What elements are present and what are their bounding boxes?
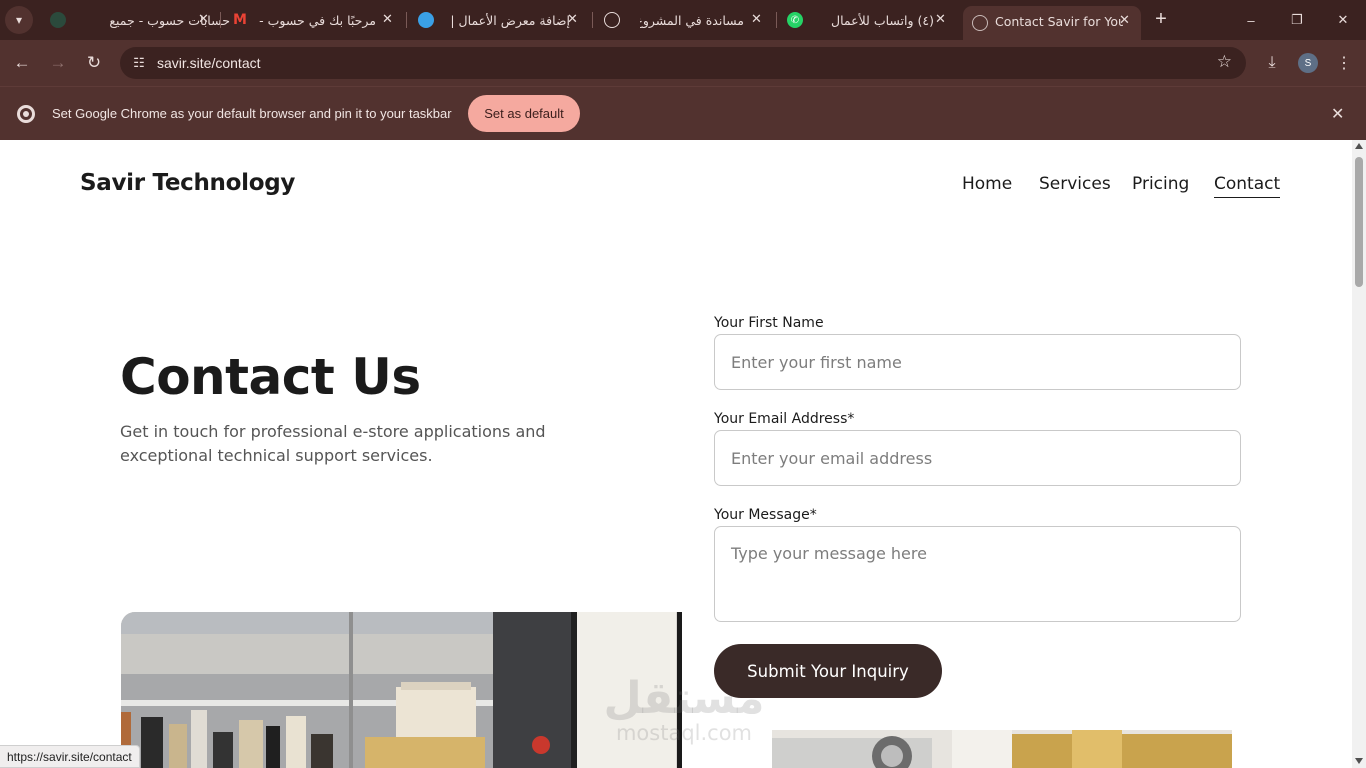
address-bar[interactable]: ☷ savir.site/contact ☆	[120, 47, 1246, 79]
gmail-icon: M	[233, 12, 247, 28]
scroll-down-arrow-icon[interactable]	[1355, 758, 1363, 764]
tab-close-icon[interactable]: ✕	[1119, 13, 1130, 28]
tab-title: مرحبًا بك في حسوب -	[259, 12, 376, 28]
tab-title: Contact Savir for Your	[995, 14, 1123, 29]
email-label: Your Email Address*	[714, 411, 855, 427]
reload-icon[interactable]: ↻	[80, 49, 108, 77]
bookmark-star-icon[interactable]: ☆	[1217, 52, 1232, 72]
tab-title: إضافة معرض الأعمال |	[450, 12, 570, 28]
chrome-logo-icon	[17, 105, 35, 123]
infobar-close-icon[interactable]: ✕	[1331, 104, 1344, 124]
mostaql-favicon-icon	[418, 12, 434, 28]
watermark-arabic: مستقل	[603, 673, 765, 724]
profile-avatar[interactable]: S	[1298, 53, 1318, 73]
hsoub-favicon-icon	[50, 12, 66, 28]
link-status-bubble: https://savir.site/contact	[0, 745, 140, 768]
scroll-up-arrow-icon[interactable]	[1355, 143, 1363, 149]
forward-arrow-icon[interactable]: →	[44, 49, 72, 77]
tab-strip: ▾ حسابات حسوب - جميع ✕ M مرحبًا بك في حس…	[0, 0, 1366, 40]
tab-chatgpt[interactable]: مساندة في المشروع ✕	[596, 0, 772, 40]
page-scrollbar[interactable]	[1352, 140, 1366, 768]
minimize-button[interactable]: –	[1228, 0, 1274, 40]
more-menu-icon[interactable]: ⋮	[1330, 49, 1358, 77]
openai-icon	[604, 12, 620, 28]
browser-toolbar: ← → ↻ ☷ savir.site/contact ☆ ⤓ ⋮	[0, 40, 1366, 86]
globe-icon	[972, 15, 988, 31]
close-window-button[interactable]: ✕	[1320, 0, 1366, 40]
web-page: Savir Technology Home Services Pricing C…	[0, 140, 1352, 768]
page-title: Contact Us	[120, 348, 421, 406]
whatsapp-icon: ✆	[787, 12, 803, 28]
storefront-photo-secondary-drawing	[772, 730, 1232, 768]
tab-add-portfolio[interactable]: إضافة معرض الأعمال | ✕	[410, 0, 590, 40]
url-text[interactable]: savir.site/contact	[157, 55, 261, 71]
scrollbar-thumb[interactable]	[1355, 157, 1363, 287]
first-name-label: Your First Name	[714, 315, 824, 331]
storefront-photo-secondary	[772, 730, 1232, 768]
tab-title: مساندة في المشروع	[640, 12, 744, 28]
tab-close-icon[interactable]: ✕	[751, 12, 762, 27]
tab-title: (٤) واتساب للأعمال	[831, 12, 934, 28]
download-icon[interactable]: ⤓	[1258, 49, 1286, 77]
tab-savir-contact[interactable]: Contact Savir for Your ✕	[963, 6, 1141, 40]
tab-divider	[592, 12, 593, 28]
back-arrow-icon[interactable]: ←	[8, 49, 36, 77]
site-brand[interactable]: Savir Technology	[80, 170, 295, 196]
tab-hsoub-welcome[interactable]: M مرحبًا بك في حسوب - ✕	[224, 0, 404, 40]
default-browser-infobar: Set Google Chrome as your default browse…	[0, 86, 1366, 140]
nav-services[interactable]: Services	[1039, 174, 1111, 194]
tab-divider	[776, 12, 777, 28]
tab-close-icon[interactable]: ✕	[935, 12, 946, 27]
new-tab-plus-icon[interactable]: +	[1150, 8, 1172, 30]
tab-divider	[406, 12, 407, 28]
set-as-default-button[interactable]: Set as default	[468, 95, 580, 132]
tab-close-icon[interactable]: ✕	[567, 12, 578, 27]
watermark-latin: mostaql.com	[615, 721, 753, 745]
restore-button[interactable]: ❐	[1274, 0, 1320, 40]
nav-home[interactable]: Home	[962, 174, 1012, 194]
tab-close-icon[interactable]: ✕	[198, 12, 209, 27]
tab-whatsapp-business[interactable]: ✆ (٤) واتساب للأعمال ✕	[780, 0, 958, 40]
tab-hsoub-accounts[interactable]: حسابات حسوب - جميع ✕	[44, 0, 230, 40]
message-label: Your Message*	[714, 507, 817, 523]
tab-close-icon[interactable]: ✕	[382, 12, 393, 27]
message-field[interactable]	[714, 526, 1241, 622]
tab-divider	[220, 12, 221, 28]
email-field[interactable]	[714, 430, 1241, 486]
nav-contact[interactable]: Contact	[1214, 174, 1281, 198]
first-name-field[interactable]	[714, 334, 1241, 390]
tab-search-chevron-icon[interactable]: ▾	[5, 6, 33, 34]
infobar-message: Set Google Chrome as your default browse…	[52, 106, 452, 121]
nav-pricing[interactable]: Pricing	[1132, 174, 1189, 194]
page-subtitle: Get in touch for professional e-store ap…	[120, 422, 546, 465]
site-settings-icon[interactable]: ☷	[129, 53, 149, 73]
mostaql-watermark: مستقل mostaql.com	[598, 673, 770, 745]
